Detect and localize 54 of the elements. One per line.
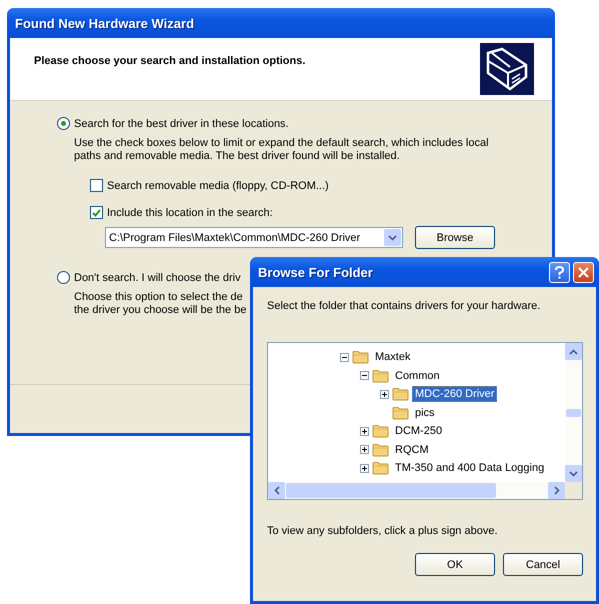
folder-icon bbox=[372, 368, 389, 383]
scroll-thumb[interactable] bbox=[566, 408, 581, 416]
window-title: Found New Hardware Wizard bbox=[15, 16, 196, 30]
browse-button[interactable]: Browse bbox=[415, 226, 495, 249]
checkbox[interactable] bbox=[90, 206, 103, 219]
folder-icon bbox=[392, 406, 409, 420]
expand-icon[interactable] bbox=[360, 464, 369, 473]
chevron-right-icon bbox=[554, 486, 560, 495]
close-icon[interactable] bbox=[573, 262, 594, 282]
folder-item[interactable]: pics bbox=[412, 404, 438, 421]
description-line: Choose this option to select the de bbox=[74, 291, 243, 304]
location-dropdown[interactable]: C:\Program Files\Maxtek\Common\MDC-260 Driver bbox=[105, 227, 403, 248]
description-line: the driver you choose will be the be bbox=[74, 304, 246, 317]
folder-icon bbox=[372, 461, 389, 476]
folder-item[interactable]: TM-350 and 400 Data Logging bbox=[392, 460, 548, 476]
folder-item[interactable]: Maxtek bbox=[372, 349, 414, 366]
option-label[interactable]: Search for the best driver in these locations. bbox=[74, 118, 289, 130]
checkbox-label[interactable]: Include this location in the search: bbox=[107, 206, 273, 218]
cancel-button[interactable]: Cancel bbox=[503, 553, 583, 576]
folder-item[interactable]: DCM-250 bbox=[392, 423, 446, 440]
chevron-left-icon bbox=[274, 486, 280, 495]
checkbox[interactable] bbox=[90, 179, 103, 192]
vertical-scrollbar[interactable] bbox=[565, 343, 582, 482]
checkbox-label[interactable]: Search removable media (floppy, CD-ROM...) bbox=[107, 180, 329, 192]
expand-icon[interactable] bbox=[360, 426, 369, 436]
expand-icon[interactable] bbox=[360, 445, 369, 454]
folder-icon bbox=[372, 442, 389, 457]
radio-button[interactable] bbox=[57, 117, 70, 130]
description-line: paths and removable media. The best driver found will be installed. bbox=[74, 150, 400, 163]
page-heading: Please choose your search and installation options. bbox=[34, 55, 306, 69]
chevron-up-icon bbox=[569, 348, 578, 354]
collapse-icon[interactable] bbox=[360, 371, 369, 380]
horizontal-scrollbar[interactable] bbox=[268, 482, 565, 499]
folder-icon bbox=[392, 387, 409, 402]
scroll-thumb[interactable] bbox=[286, 483, 496, 498]
ok-button[interactable]: OK bbox=[415, 553, 495, 576]
folder-icon bbox=[372, 424, 389, 438]
folder-icon bbox=[352, 350, 369, 364]
description-line: Use the check boxes below to limit or expand the default search, which includes local bbox=[74, 137, 489, 150]
instruction-text: Select the folder that contains drivers for your hardware. bbox=[267, 300, 540, 312]
hardware-icon bbox=[480, 43, 534, 95]
option-label[interactable]: Don't search. I will choose the driv bbox=[74, 272, 241, 284]
hint-text: To view any subfolders, click a plus sign above. bbox=[267, 525, 499, 537]
dialog-title: Browse For Folder bbox=[258, 264, 374, 280]
scrollbar-corner bbox=[565, 482, 582, 499]
chevron-down-icon bbox=[388, 234, 397, 240]
collapse-icon[interactable] bbox=[340, 352, 349, 362]
folder-item[interactable]: MDC-260 Driver bbox=[412, 386, 498, 402]
expand-icon[interactable] bbox=[380, 390, 389, 399]
help-icon[interactable] bbox=[549, 262, 570, 282]
radio-button[interactable] bbox=[57, 271, 70, 284]
chevron-down-icon bbox=[569, 470, 578, 476]
folder-item[interactable]: RQCM bbox=[392, 442, 432, 458]
folder-item[interactable]: Common bbox=[392, 368, 443, 384]
